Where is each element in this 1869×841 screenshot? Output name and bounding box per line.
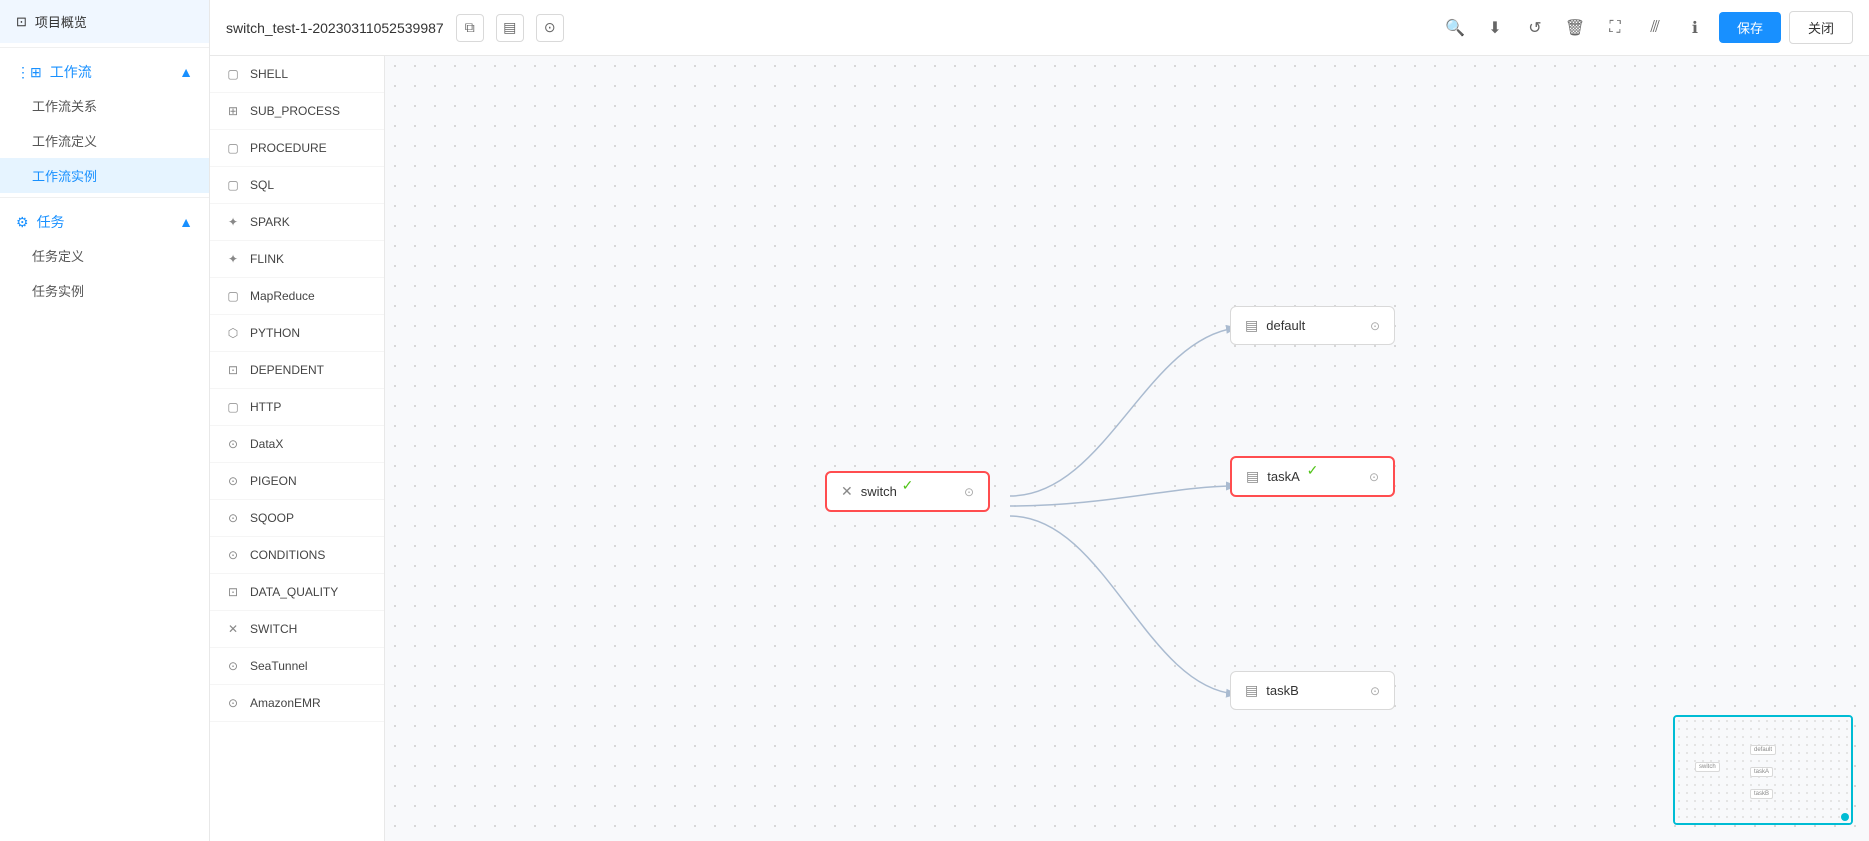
header-left: switch_test-1-20230311052539987 ⧉ ▤ ⊙ [226,14,564,42]
taskA-node-label: taskA [1267,469,1300,484]
info-button[interactable]: ⊙ [536,14,564,42]
taskB-node-label: taskB [1266,683,1299,698]
workflow-title: switch_test-1-20230311052539987 [226,20,444,36]
dependent-icon: ⊡ [224,361,242,379]
header-right: 🔍 ⬇ ↺ 🗑 ⛶ ⫻ ℹ 保存 关闭 [1439,11,1853,44]
switch-node-label: switch [861,484,897,499]
sidebar-item-workflow-relation[interactable]: 工作流关系 [0,88,209,123]
node-panel: ▢SHELL⊞SUB_PROCESS▢PROCEDURE▢SQL✦SPARK✦F… [210,56,385,841]
flow-node-switch[interactable]: ✓ ✕ switch ⊙ [825,471,990,512]
sidebar-item-workflow-instance[interactable]: 工作流实例 [0,158,209,193]
content-area: ▢SHELL⊞SUB_PROCESS▢PROCEDURE▢SQL✦SPARK✦F… [210,56,1869,841]
sql-icon: ▢ [224,176,242,194]
node-panel-item-procedure[interactable]: ▢PROCEDURE [210,130,384,167]
flow-node-taskA[interactable]: ✓ ▤ taskA ⊙ [1230,456,1395,497]
sidebar-section-workflow[interactable]: ⋮⊞ 工作流 ▲ [0,52,209,88]
flink-icon: ✦ [224,250,242,268]
node-panel-item-pigeon[interactable]: ⊙PIGEON [210,463,384,500]
taskA-node-info[interactable]: ⊙ [1369,470,1379,484]
node-panel-item-sqoop[interactable]: ⊙SQOOP [210,500,384,537]
sidebar-item-task-instance[interactable]: 任务实例 [0,273,209,308]
node-panel-item-spark[interactable]: ✦SPARK [210,204,384,241]
info-toolbar-button[interactable]: ℹ [1679,12,1711,44]
sidebar-item-workflow-definition[interactable]: 工作流定义 [0,123,209,158]
shell-icon: ▢ [224,65,242,83]
overview-icon: ⊡ [16,14,27,30]
http-icon: ▢ [224,398,242,416]
node-panel-item-data_quality[interactable]: ⊡DATA_QUALITY [210,574,384,611]
task-icon: ⚙ [16,214,29,231]
timeline-button[interactable]: ▤ [496,14,524,42]
mini-node-taskA: taskA [1750,767,1773,777]
node-check-taskA: ✓ [1307,462,1319,479]
node-panel-item-datax[interactable]: ⊙DataX [210,426,384,463]
sidebar: ⊡ 项目概览 ⋮⊞ 工作流 ▲ 工作流关系 工作流定义 工作流实例 ⚙ 任务 ▲… [0,0,210,841]
procedure-icon: ▢ [224,139,242,157]
canvas-svg [385,56,1869,841]
node-check-switch: ✓ [902,477,914,494]
sub_process-icon: ⊞ [224,102,242,120]
workflow-collapse-icon: ▲ [179,64,193,80]
python-icon: ⬡ [224,324,242,342]
sidebar-item-overview[interactable]: ⊡ 项目概览 [0,0,209,43]
mini-node-taskB: taskB [1750,789,1773,799]
node-panel-item-switch[interactable]: ✕SWITCH [210,611,384,648]
taskB-node-info[interactable]: ⊙ [1370,684,1380,698]
taskA-node-icon: ▤ [1246,468,1259,485]
main-area: switch_test-1-20230311052539987 ⧉ ▤ ⊙ 🔍 … [210,0,1869,841]
default-node-icon: ▤ [1245,317,1258,334]
filter-toolbar-button[interactable]: ⫻ [1639,12,1671,44]
node-panel-item-flink[interactable]: ✦FLINK [210,241,384,278]
spark-icon: ✦ [224,213,242,231]
taskB-node-icon: ▤ [1245,682,1258,699]
default-node-label: default [1266,318,1305,333]
data_quality-icon: ⊡ [224,583,242,601]
datax-icon: ⊙ [224,435,242,453]
switch-icon: ✕ [224,620,242,638]
node-panel-item-shell[interactable]: ▢SHELL [210,56,384,93]
flow-node-default[interactable]: ▤ default ⊙ [1230,306,1395,345]
node-panel-item-dependent[interactable]: ⊡DEPENDENT [210,352,384,389]
seatunnel-icon: ⊙ [224,657,242,675]
save-button[interactable]: 保存 [1719,12,1781,43]
fullscreen-toolbar-button[interactable]: ⛶ [1599,12,1631,44]
node-panel-item-seatunnel[interactable]: ⊙SeaTunnel [210,648,384,685]
mini-map-inner: switch default taskA taskB [1675,717,1851,823]
switch-node-icon: ✕ [841,483,853,500]
search-toolbar-button[interactable]: 🔍 [1439,12,1471,44]
node-panel-item-conditions[interactable]: ⊙CONDITIONS [210,537,384,574]
download-toolbar-button[interactable]: ⬇ [1479,12,1511,44]
refresh-toolbar-button[interactable]: ↺ [1519,12,1551,44]
default-node-info[interactable]: ⊙ [1370,319,1380,333]
amazonemr-icon: ⊙ [224,694,242,712]
mini-node-switch: switch [1695,762,1720,772]
flow-node-taskB[interactable]: ▤ taskB ⊙ [1230,671,1395,710]
workflow-canvas[interactable]: ✓ ✕ switch ⊙ ▤ default ⊙ ✓ ▤ taskA ⊙ ▤ [385,56,1869,841]
node-panel-item-mapreduce[interactable]: ▢MapReduce [210,278,384,315]
header: switch_test-1-20230311052539987 ⧉ ▤ ⊙ 🔍 … [210,0,1869,56]
switch-node-info[interactable]: ⊙ [964,485,974,499]
node-panel-item-http[interactable]: ▢HTTP [210,389,384,426]
delete-toolbar-button[interactable]: 🗑 [1559,12,1591,44]
node-panel-item-python[interactable]: ⬡PYTHON [210,315,384,352]
mini-map: switch default taskA taskB [1673,715,1853,825]
node-panel-item-sub_process[interactable]: ⊞SUB_PROCESS [210,93,384,130]
task-collapse-icon: ▲ [179,214,193,230]
node-panel-item-sql[interactable]: ▢SQL [210,167,384,204]
conditions-icon: ⊙ [224,546,242,564]
copy-button[interactable]: ⧉ [456,14,484,42]
sidebar-section-task[interactable]: ⚙ 任务 ▲ [0,202,209,238]
pigeon-icon: ⊙ [224,472,242,490]
sqoop-icon: ⊙ [224,509,242,527]
close-button[interactable]: 关闭 [1789,11,1853,44]
workflow-icon: ⋮⊞ [16,64,42,81]
mini-node-default: default [1750,745,1776,755]
sidebar-item-task-definition[interactable]: 任务定义 [0,238,209,273]
mini-map-dot [1841,813,1849,821]
mapreduce-icon: ▢ [224,287,242,305]
node-panel-item-amazonemr[interactable]: ⊙AmazonEMR [210,685,384,722]
